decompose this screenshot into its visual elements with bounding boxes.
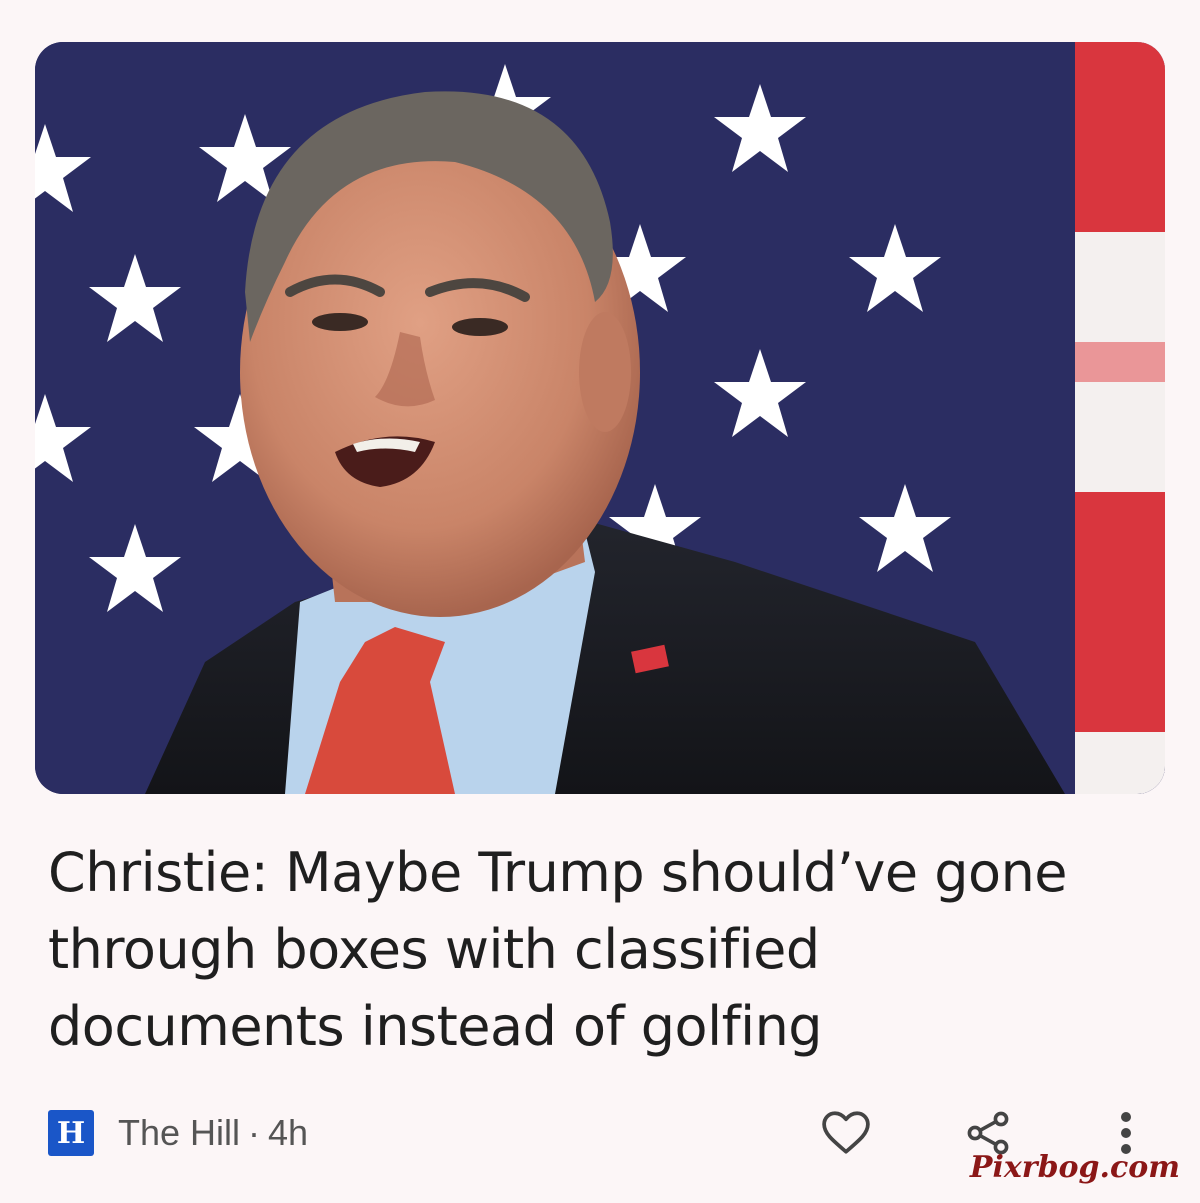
news-card[interactable]: Christie: Maybe Trump should’ve gone thr… xyxy=(0,0,1200,1203)
like-button[interactable] xyxy=(818,1105,874,1161)
article-image[interactable] xyxy=(35,42,1165,794)
source-logo: H xyxy=(48,1110,94,1156)
article-meta: H The Hill · 4h xyxy=(48,1108,308,1158)
watermark: Pixrbog.com xyxy=(969,1150,1180,1185)
ear xyxy=(579,312,631,432)
article-age: 4h xyxy=(268,1112,309,1153)
flag-stripes xyxy=(1075,42,1165,794)
meta-separator: · xyxy=(248,1112,261,1153)
source-name[interactable]: The Hill xyxy=(118,1112,240,1154)
article-photo xyxy=(35,42,1165,794)
more-vert-icon xyxy=(1121,1112,1131,1154)
heart-outline-icon xyxy=(822,1111,870,1154)
article-headline[interactable]: Christie: Maybe Trump should’ve gone thr… xyxy=(48,834,1128,1065)
